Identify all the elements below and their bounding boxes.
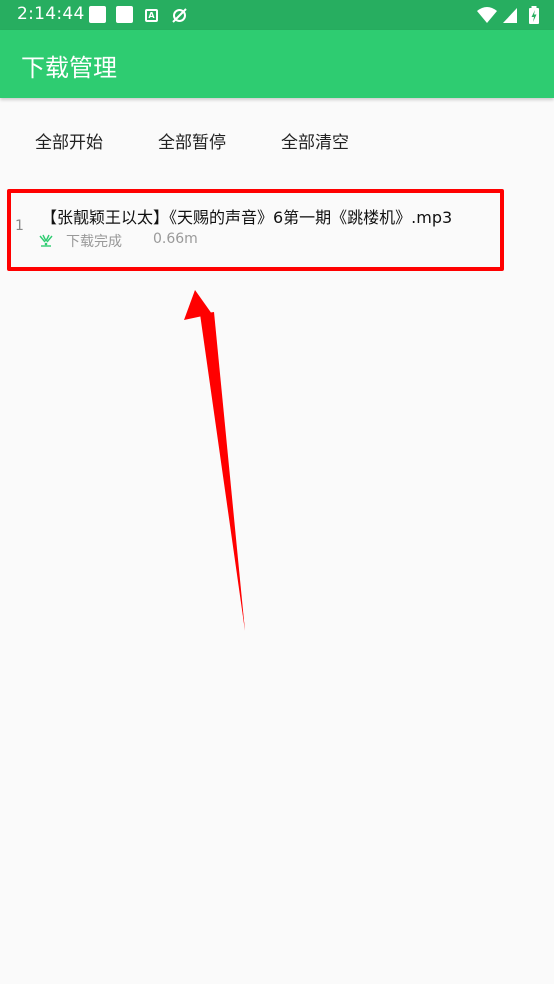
annotation-arrow (184, 290, 245, 631)
